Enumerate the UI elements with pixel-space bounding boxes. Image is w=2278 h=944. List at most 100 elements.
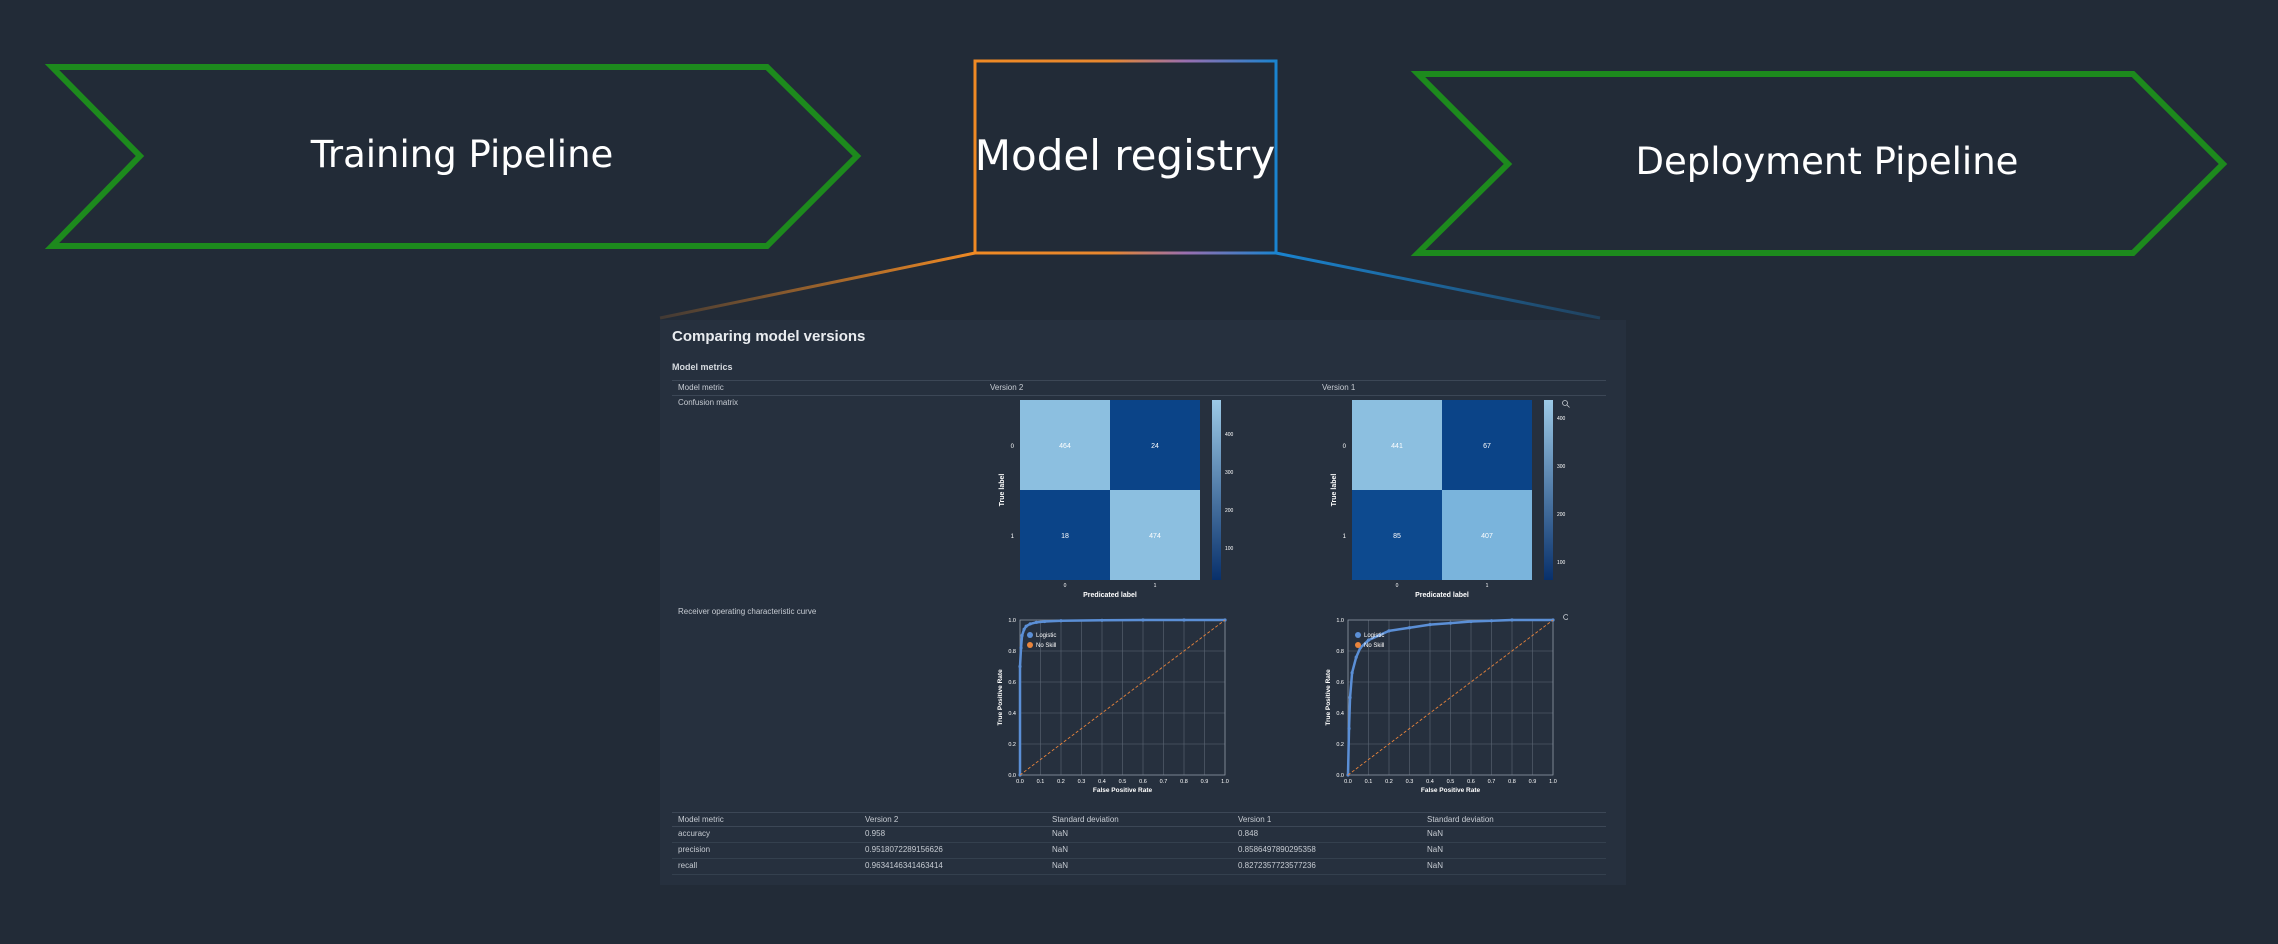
zoom-icon-lens [1563,614,1568,620]
cell-v1: 0.8272357723577236 [1238,861,1316,870]
roc-logistic-point [1018,664,1022,669]
model-comparison-panel: Comparing model versions Model metrics M… [660,320,1626,885]
roc-logistic-point [1407,626,1412,630]
roc-x-tick-label: 1.0 [1549,779,1557,785]
cm-v1-row-tick-0: 0 [1343,444,1347,450]
cell-v2: 0.9634146341463414 [865,861,943,870]
roc-x-tick-label: 0.6 [1467,779,1475,785]
roc-x-tick-label: 0.7 [1160,779,1168,785]
metrics-table-header: Model metric Version 2 Standard deviatio… [672,812,1606,827]
roc-logistic-point [1354,655,1358,659]
roc-x-tick-label: 0.8 [1508,779,1516,785]
cm-v1-value-01: 67 [1483,443,1491,450]
roc-y-tick-label: 0.2 [1336,742,1344,748]
roc-x-tick-label: 0.6 [1139,779,1147,785]
table-row: precision 0.9518072289156626 NaN 0.85864… [672,843,1606,859]
training-pipeline-label: Training Pipeline [310,133,614,176]
cell-v2: 0.958 [865,829,886,838]
roc-logistic-point [1141,618,1145,622]
cm-v1-value-11: 407 [1481,533,1493,540]
th-std-v1: Standard deviation [1427,815,1494,824]
roc-x-tick-label: 0.5 [1447,779,1455,785]
th-version-2: Version 2 [865,815,899,824]
roc-logistic-point [1428,623,1432,627]
cm-v2-value-00: 464 [1059,443,1071,450]
confusion-matrix-v1: 441 67 85 407 0 1 0 1 True label Predica… [1331,400,1570,599]
cell-metric: accuracy [678,829,711,838]
cm-v1-xlabel: Predicated label [1415,592,1469,599]
cm-v1-col-tick-1: 1 [1486,583,1489,589]
metrics-grid-header: Model metric Version 2 Version 1 [672,380,1606,396]
connector-right [1275,251,1601,320]
cm-v1-cbar-tick-300: 300 [1557,464,1566,470]
roc-ylabel: True Positive Rate [997,669,1004,726]
cm-v2-value-01: 24 [1151,443,1159,450]
row-label-roc: Receiver operating characteristic curve [678,607,817,616]
roc-x-tick-label: 0.8 [1180,779,1188,785]
roc-logistic-point [1100,618,1104,622]
roc-logistic-point [1469,619,1473,624]
roc-y-tick-label: 0.8 [1336,649,1344,655]
roc-x-tick-label: 1.0 [1221,779,1229,785]
table-row: recall 0.9634146341463414 NaN 0.82723577… [672,859,1606,875]
roc-logistic-point [1022,627,1026,631]
roc-logistic-point [1510,618,1514,622]
roc-x-tick-label: 0.3 [1078,779,1086,785]
roc-x-tick-label: 0.4 [1426,779,1434,785]
cm-v1-value-10: 85 [1393,533,1401,540]
cell-std-v2: NaN [1052,829,1069,838]
cell-std-v1: NaN [1427,829,1444,838]
roc-y-tick-label: 0.2 [1008,742,1016,748]
deployment-pipeline-label: Deployment Pipeline [1636,140,2019,183]
roc-x-tick-label: 0.7 [1488,779,1496,785]
cm-v1-value-00: 441 [1391,443,1403,450]
roc-logistic-point [1019,646,1023,650]
roc-x-tick-label: 0.2 [1385,779,1393,785]
th-model-metric: Model metric [678,815,724,824]
roc-logistic-point [1024,624,1028,628]
cm-v2-cbar-tick-300: 300 [1225,470,1234,476]
legend-noskill-marker [1355,642,1361,648]
legend-logistic-label: Logistic [1036,633,1056,639]
cm-v2-value-11: 474 [1149,533,1161,540]
model-registry-label: Model registry [975,131,1275,180]
connector-left [659,251,976,320]
roc-y-tick-label: 0.8 [1008,649,1016,655]
cm-v2-cbar-tick-200: 200 [1225,508,1234,514]
cm-v2-xlabel: Predicated label [1083,592,1137,599]
zoom-icon-roc[interactable] [1563,614,1569,622]
cm-v2-row-tick-0: 0 [1011,444,1015,450]
cm-v2-row-tick-1: 1 [1011,534,1015,540]
cm-v1-colorbar [1544,400,1553,580]
cell-v2: 0.9518072289156626 [865,845,943,854]
section-title: Model metrics [672,362,733,372]
cm-v1-ylabel: True label [1331,474,1338,507]
roc-chart-v2: 0.0 0.1 0.2 0.3 0.4 0.5 0.6 0.7 0.8 0.9 1.0 0.0 0.2 0… [997,618,1229,794]
table-row: accuracy 0.958 NaN 0.848 NaN [672,827,1606,843]
cm-v2-col-tick-1: 1 [1154,583,1157,589]
roc-logistic-point [1020,633,1024,638]
roc-y-tick-label: 0.0 [1008,773,1016,779]
panel-title: Comparing model versions [672,328,866,345]
roc-ylabel: True Positive Rate [1325,669,1332,726]
cm-v2-cbar-tick-400: 400 [1225,432,1234,438]
roc-y-tick-label: 0.6 [1008,680,1016,686]
roc-xlabel: False Positive Rate [1421,787,1481,794]
roc-x-tick-label: 0.0 [1344,779,1352,785]
cell-std-v1: NaN [1427,845,1444,854]
roc-logistic-point [1350,671,1354,675]
roc-logistic-point [1448,621,1453,625]
roc-x-tick-label: 0.2 [1057,779,1065,785]
cell-std-v2: NaN [1052,845,1069,854]
roc-x-tick-label: 0.3 [1406,779,1414,785]
roc-x-tick-label: 0.1 [1365,779,1373,785]
roc-logistic-point [1348,695,1352,700]
cm-v1-cbar-tick-400: 400 [1557,416,1566,422]
zoom-icon-cm[interactable] [1562,400,1570,408]
legend-noskill-marker [1027,642,1033,648]
roc-xlabel: False Positive Rate [1093,787,1153,794]
legend-noskill-label: No Skill [1364,643,1384,649]
cell-metric: precision [678,845,711,854]
roc-logistic-point [1182,618,1186,622]
cm-v2-col-tick-0: 0 [1064,583,1067,589]
